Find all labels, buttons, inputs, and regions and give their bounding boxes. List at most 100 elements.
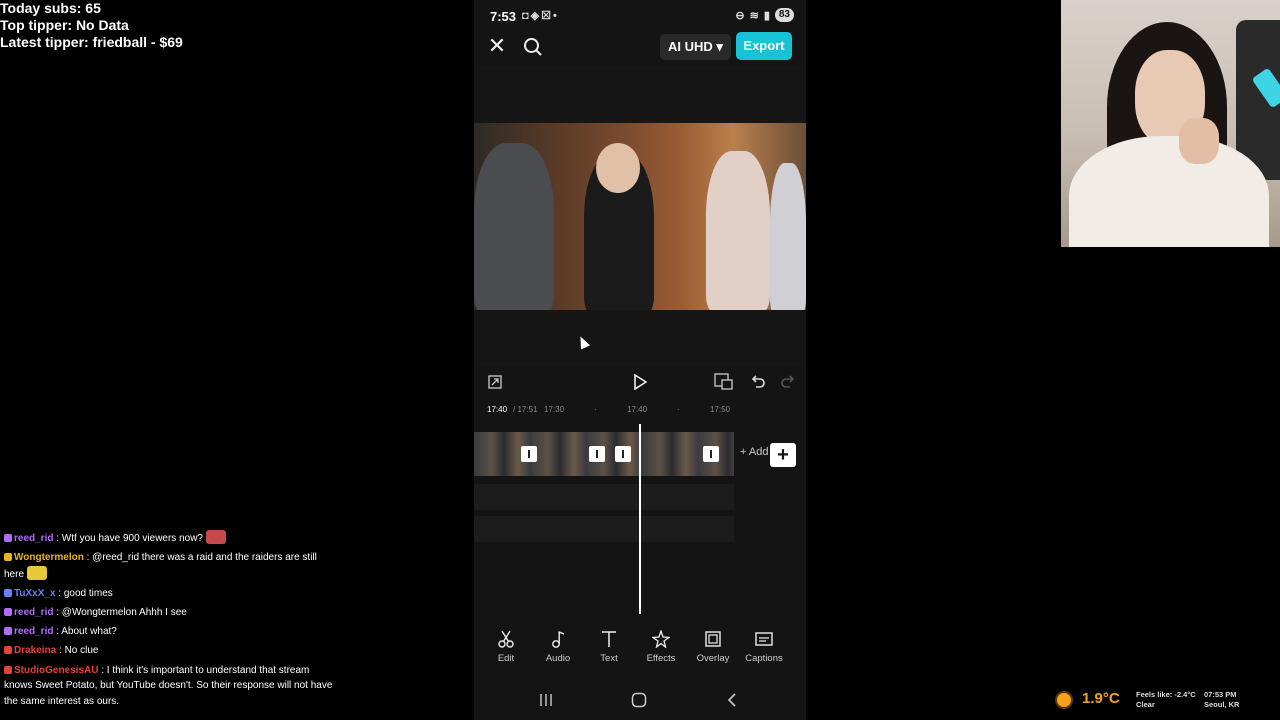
dnd-icon: ⊖: [735, 9, 745, 22]
keyframe-off-icon[interactable]: [713, 372, 735, 392]
chat-text: : Wtf you have 900 viewers now?: [56, 533, 203, 544]
text-icon: [585, 628, 633, 650]
tool-effects[interactable]: Effects: [637, 628, 685, 664]
badge-icon: [4, 665, 12, 674]
chat-username[interactable]: StudioGenesisAU: [14, 665, 98, 676]
tool-edit[interactable]: Edit: [482, 628, 530, 664]
captions-icon: [740, 628, 788, 650]
empty-track[interactable]: [474, 516, 734, 542]
music-note-icon: [534, 628, 582, 650]
person-shape: [474, 143, 554, 310]
android-nav-bar: [474, 688, 806, 712]
sparkle-icon: [637, 628, 685, 650]
status-right: ⊖ ≋ ▮ 83: [735, 8, 794, 22]
overlay-icon: [689, 628, 737, 650]
person-shape: [706, 151, 770, 310]
tool-label: Audio: [545, 653, 571, 664]
empty-track[interactable]: [474, 484, 734, 510]
video-preview[interactable]: [474, 123, 806, 310]
weather-details: Feels like: -2.4°C Clear: [1136, 690, 1196, 710]
fullscreen-icon[interactable]: [486, 373, 504, 391]
local-time: 07:53 PM: [1204, 690, 1237, 699]
latest-tipper: Latest tipper: friedball - $69: [0, 34, 183, 50]
location: Seoul, KR: [1204, 700, 1240, 709]
ruler-tick-label: 17:50: [710, 405, 731, 414]
quality-label: AI UHD: [668, 39, 713, 54]
sun-icon: [1057, 693, 1071, 707]
transition-marker[interactable]: [589, 446, 605, 462]
back-icon[interactable]: [724, 690, 740, 710]
chat-message: Wongtermelon : @reed_rid there was a rai…: [4, 550, 334, 582]
chat-username[interactable]: reed_rid: [14, 533, 53, 544]
editor-toolbar: Edit Audio Text Effects Overlay Captions: [474, 628, 806, 668]
phone-screen: 7:53 ◘◈☒• ⊖ ≋ ▮ 83 ✕ AI UHD ▾ Export 17:…: [474, 0, 806, 720]
editor-topbar: ✕ AI UHD ▾ Export: [474, 32, 806, 62]
export-button[interactable]: Export: [736, 32, 792, 60]
timeline-ruler[interactable]: 17:40 / 17:51 17:30 · 17:40 · 17:50: [474, 405, 806, 417]
chat-message: reed_rid : @Wongtermelon Ahhh I see: [4, 605, 334, 621]
add-clip-button[interactable]: +: [770, 443, 796, 467]
chat-text: : @Wongtermelon Ahhh I see: [56, 607, 187, 619]
emote-icon: [206, 530, 226, 544]
chat-username[interactable]: Drakeina: [14, 645, 56, 656]
chat-message: reed_rid : Wtf you have 900 viewers now?: [4, 530, 334, 547]
chat-username[interactable]: TuXxX_x: [14, 588, 56, 599]
close-icon[interactable]: ✕: [486, 32, 508, 60]
recent-apps-icon[interactable]: [538, 690, 554, 710]
total-time: / 17:51: [513, 405, 538, 414]
tool-label: Overlay: [696, 653, 730, 664]
chat-text: : About what?: [56, 626, 117, 638]
person-shape: [770, 163, 806, 310]
badge-icon: [4, 588, 12, 597]
tool-audio[interactable]: Audio: [534, 628, 582, 664]
chat-username[interactable]: reed_rid: [14, 626, 53, 637]
local-clock: 07:53 PM Seoul, KR: [1204, 690, 1239, 710]
tool-label: Captions: [745, 653, 783, 664]
wifi-icon: ≋: [749, 9, 759, 22]
chat-message: TuXxX_x : good times: [4, 586, 334, 602]
status-time: 7:53: [490, 9, 517, 24]
tool-label: Effects: [646, 653, 676, 664]
chat-username[interactable]: reed_rid: [14, 607, 53, 618]
playhead[interactable]: [639, 424, 641, 614]
chat-message: reed_rid : About what?: [4, 624, 334, 640]
chat-message: StudioGenesisAU : I think it's important…: [4, 663, 334, 710]
current-time: 17:40: [487, 405, 508, 414]
transition-marker[interactable]: [703, 446, 719, 462]
tool-captions[interactable]: Captions: [740, 628, 788, 664]
signal-icon: ▮: [763, 9, 770, 22]
ruler-tick-label: 17:40: [627, 405, 648, 414]
badge-icon: [4, 553, 12, 562]
weather-widget: 1.9°C Feels like: -2.4°C Clear 07:53 PM …: [1056, 688, 1280, 714]
tool-label: Text: [600, 653, 618, 664]
scissors-icon: [482, 628, 530, 650]
status-bar: 7:53 ◘◈☒• ⊖ ≋ ▮ 83: [474, 0, 806, 32]
home-icon[interactable]: [630, 690, 648, 710]
temperature: 1.9°C: [1082, 690, 1120, 707]
webcam-feed: [1061, 0, 1280, 247]
search-icon[interactable]: [521, 34, 545, 60]
chat-overlay: reed_rid : Wtf you have 900 viewers now?…: [4, 530, 334, 713]
quality-dropdown[interactable]: AI UHD ▾: [660, 34, 731, 60]
transition-marker[interactable]: [521, 446, 537, 462]
chat-text: : good times: [58, 587, 113, 599]
stream-stats: Today subs: 65 Top tipper: No Data Lates…: [0, 0, 183, 51]
caret-down-icon: ▾: [716, 39, 723, 54]
badge-icon: [4, 627, 12, 636]
undo-icon[interactable]: [748, 372, 768, 392]
redo-icon[interactable]: [778, 372, 798, 392]
playback-controls: [474, 370, 806, 392]
chat-message: Drakeina : No clue: [4, 643, 334, 659]
transition-marker[interactable]: [615, 446, 631, 462]
battery-badge: 83: [774, 8, 794, 22]
tool-text[interactable]: Text: [585, 628, 633, 664]
play-icon[interactable]: [630, 372, 650, 392]
tool-overlay[interactable]: Overlay: [689, 628, 737, 664]
notification-icons: ◘◈☒•: [522, 10, 559, 22]
add-clip-label[interactable]: + Add: [740, 446, 768, 458]
face-shape: [596, 143, 640, 193]
feels-like: Feels like: -2.4°C: [1136, 690, 1196, 699]
chat-username[interactable]: Wongtermelon: [14, 552, 84, 563]
badge-icon: [4, 646, 12, 655]
emote-icon: [27, 565, 48, 580]
